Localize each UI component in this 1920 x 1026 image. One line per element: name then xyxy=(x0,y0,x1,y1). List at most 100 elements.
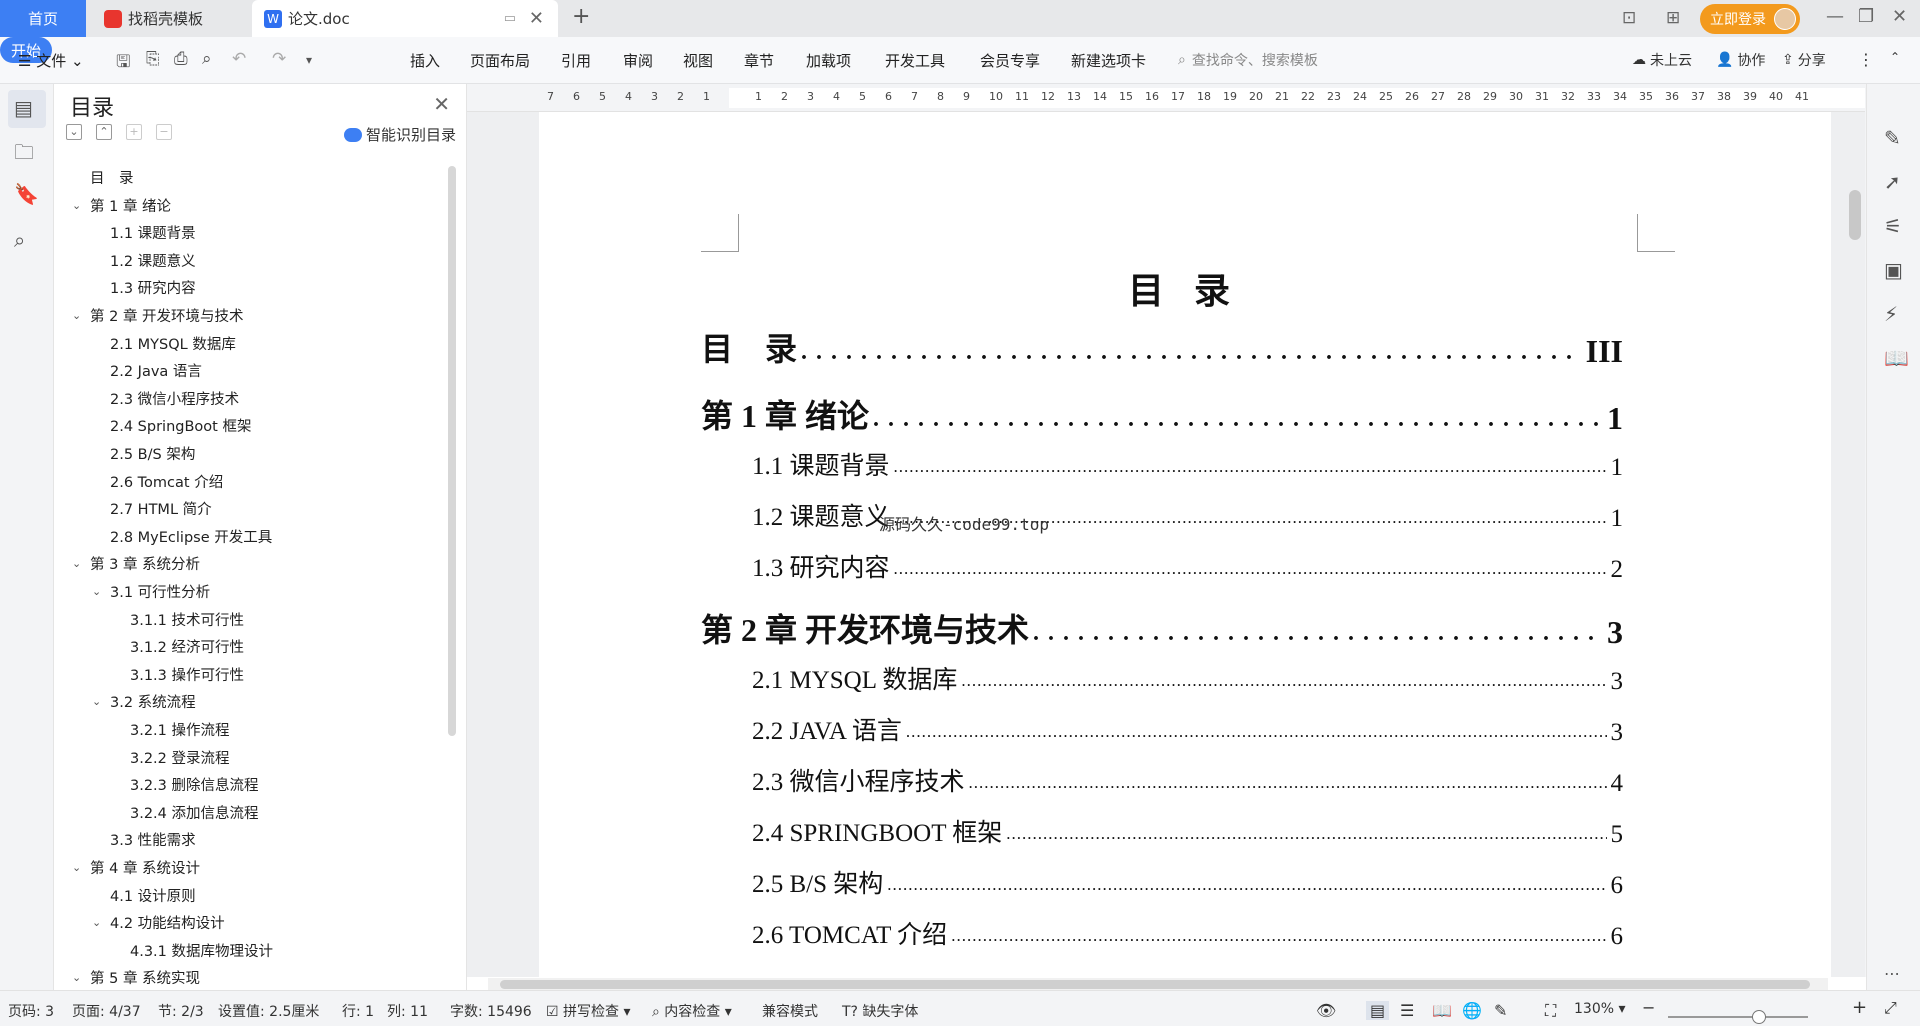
tab-review[interactable]: 审阅 xyxy=(623,50,653,71)
toc-tree-item[interactable]: 3.2.3 删除信息流程 xyxy=(130,771,259,798)
toc-tree-item[interactable]: 3.3 性能需求 xyxy=(110,826,196,853)
toc-panel-icon[interactable]: ▤ xyxy=(14,96,33,120)
expand-chevron-icon[interactable]: ⌄ xyxy=(72,309,90,322)
toc-tree-item[interactable]: ⌄ 3.2 系统流程 xyxy=(92,688,196,715)
collapse-ribbon-icon[interactable]: ⌃ xyxy=(1890,50,1900,64)
fullscreen-icon[interactable]: ⤢ xyxy=(1884,998,1897,1018)
toc-tree-item[interactable]: 2.6 Tomcat 介绍 xyxy=(110,468,223,495)
toc-tree-item[interactable]: ⌄ 第 1 章 绪论 xyxy=(72,192,171,219)
toc-tree-item[interactable]: ⌄ 4.2 功能结构设计 xyxy=(92,909,225,936)
missing-font-button[interactable]: T? 缺失字体 xyxy=(842,1001,918,1021)
status-pages[interactable]: 页面: 4/37 xyxy=(72,1001,141,1021)
expand-chevron-icon[interactable]: ⌄ xyxy=(72,199,90,212)
zoom-slider[interactable] xyxy=(1668,1016,1808,1018)
close-window-icon[interactable]: ✕ xyxy=(1892,6,1907,27)
nav-scrollbar[interactable] xyxy=(448,166,456,736)
collab-button[interactable]: 👤 协作 xyxy=(1716,50,1765,70)
restore-icon[interactable]: ❐ xyxy=(1858,6,1874,27)
smart-toc-button[interactable]: 智能识别目录 xyxy=(343,124,456,145)
login-button[interactable]: 立即登录 xyxy=(1700,4,1800,34)
toc-tree-item[interactable]: 3.1.2 经济可行性 xyxy=(130,633,244,660)
zoom-slider-handle[interactable] xyxy=(1752,1010,1766,1024)
horizontal-scroll-thumb[interactable] xyxy=(500,980,1810,989)
toc-tree-item[interactable]: 1.2 课题意义 xyxy=(110,247,196,274)
toc-tree-item[interactable]: 3.1.3 操作可行性 xyxy=(130,661,244,688)
toc-tree-item[interactable]: 1.1 课题背景 xyxy=(110,219,196,246)
more-quick-icon[interactable]: ▾ xyxy=(306,53,312,67)
print-preview-icon[interactable]: ⌕ xyxy=(202,49,212,69)
toc-tree-item[interactable]: ⌄ 3.1 可行性分析 xyxy=(92,578,210,605)
web-view-icon[interactable]: 🌐 xyxy=(1462,1001,1482,1020)
tab-new[interactable]: 新建选项卡 xyxy=(1071,50,1146,71)
expand-chevron-icon[interactable]: ⌄ xyxy=(72,971,90,984)
toc-tree-item[interactable]: 4.3.1 数据库物理设计 xyxy=(130,937,273,964)
vertical-scroll-thumb[interactable] xyxy=(1849,190,1861,240)
print-icon[interactable]: ⎙ xyxy=(174,49,188,69)
cloud-button[interactable]: ☁ 未上云 xyxy=(1632,50,1692,70)
toc-tree-item[interactable]: ⌄ 第 4 章 系统设计 xyxy=(72,854,200,881)
expand-chevron-icon[interactable]: ⌄ xyxy=(92,916,110,929)
toc-tree-item[interactable]: 2.1 MYSQL 数据库 xyxy=(110,330,236,357)
close-panel-icon[interactable]: ✕ xyxy=(433,92,450,116)
layout-icon[interactable]: ⊡ xyxy=(1622,8,1636,28)
toc-entry[interactable]: 1.3 研究内容................................… xyxy=(752,550,1623,584)
tab-insert[interactable]: 插入 xyxy=(410,50,440,71)
remove-item-icon[interactable]: − xyxy=(156,124,172,140)
export-pdf-icon[interactable]: ⎘ xyxy=(146,49,160,69)
toc-tree-item[interactable]: ⌄ 第 3 章 系统分析 xyxy=(72,550,200,577)
chapter-nav-icon[interactable]: 🗀 xyxy=(14,138,34,172)
tab-developer[interactable]: 开发工具 xyxy=(885,50,945,71)
toc-tree-item[interactable]: ⌄ 第 2 章 开发环境与技术 xyxy=(72,302,244,329)
toc-tree-item[interactable]: 2.5 B/S 架构 xyxy=(110,440,195,467)
page-view-icon[interactable]: ▤ xyxy=(1366,1001,1390,1020)
file-menu[interactable]: ☰ 文件 ⌄ xyxy=(18,50,84,71)
undo-icon[interactable]: ↶ xyxy=(232,49,246,69)
toc-tree-item[interactable]: 4.1 设计原则 xyxy=(110,882,196,909)
toc-entry[interactable]: 第 2 章 开发环境与技术...........................… xyxy=(701,607,1623,651)
expand-chevron-icon[interactable]: ⌄ xyxy=(72,557,90,570)
tab-view[interactable]: 视图 xyxy=(683,50,713,71)
new-tab-icon[interactable]: + xyxy=(572,4,590,29)
outline-view-icon[interactable]: ☰ xyxy=(1400,1001,1414,1020)
add-item-icon[interactable]: + xyxy=(126,124,142,140)
bookmark-icon[interactable]: 🔖 xyxy=(14,182,39,206)
expand-chevron-icon[interactable]: ⌄ xyxy=(92,695,110,708)
tab-home[interactable]: 首页 xyxy=(0,0,86,37)
write-view-icon[interactable]: ✎ xyxy=(1494,1001,1507,1020)
toc-tree-item[interactable]: 2.7 HTML 简介 xyxy=(110,495,212,522)
minimize-icon[interactable]: — xyxy=(1826,6,1844,27)
toc-entry[interactable]: 2.1 MYSQL 数据库...........................… xyxy=(752,662,1623,696)
tab-reference[interactable]: 引用 xyxy=(561,50,591,71)
tab-template[interactable]: 找稻壳模板 xyxy=(90,0,250,37)
tab-member[interactable]: 会员专享 xyxy=(980,50,1040,71)
save-icon[interactable]: 🖫 xyxy=(116,49,130,78)
zoom-level[interactable]: 130% ▾ xyxy=(1574,1001,1626,1017)
expand-chevron-icon[interactable]: ⌄ xyxy=(72,861,90,874)
monitor-icon[interactable]: ▭ xyxy=(504,11,516,26)
spell-check-button[interactable]: ☑ 拼写检查 ▾ xyxy=(546,1001,631,1021)
toc-entry[interactable]: 2.5 B/S 架构..............................… xyxy=(752,866,1623,900)
tab-page-layout[interactable]: 页面布局 xyxy=(470,50,530,71)
content-check-button[interactable]: ⌕ 内容检查 ▾ xyxy=(652,1001,732,1021)
tab-addins[interactable]: 加载项 xyxy=(806,50,851,71)
toc-tree-item[interactable]: 2.2 Java 语言 xyxy=(110,357,202,384)
toc-tree-item[interactable]: 3.2.4 添加信息流程 xyxy=(130,799,259,826)
toc-tree-item[interactable]: 3.1.1 技术可行性 xyxy=(130,606,244,633)
image-tool-icon[interactable]: ▣ xyxy=(1884,258,1903,282)
more-dots-icon[interactable]: ⋯ xyxy=(1884,964,1900,983)
more-icon[interactable]: ⋮ xyxy=(1858,50,1874,69)
tab-document[interactable]: W 论文.doc ▭ ✕ xyxy=(252,0,558,37)
find-icon[interactable]: ⌕ xyxy=(14,228,25,252)
tab-chapter[interactable]: 章节 xyxy=(744,50,774,71)
toc-tree-item[interactable]: 1.3 研究内容 xyxy=(110,274,196,301)
settings-slider-icon[interactable]: ⚟ xyxy=(1884,214,1902,238)
redo-icon[interactable]: ↷ xyxy=(272,49,286,69)
toc-tree-item[interactable]: 2.8 MyEclipse 开发工具 xyxy=(110,523,272,550)
reading-view-icon[interactable]: 📖 xyxy=(1432,1001,1452,1020)
close-tab-icon[interactable]: ✕ xyxy=(529,8,544,29)
toc-tree-item[interactable]: 3.2.2 登录流程 xyxy=(130,744,230,771)
toc-tree-item[interactable]: 2.4 SpringBoot 框架 xyxy=(110,412,251,439)
book-icon[interactable]: 📖 xyxy=(1884,346,1909,370)
expand-all-icon[interactable]: ⌄ xyxy=(66,124,82,140)
zoom-in-icon[interactable]: + xyxy=(1852,997,1867,1018)
